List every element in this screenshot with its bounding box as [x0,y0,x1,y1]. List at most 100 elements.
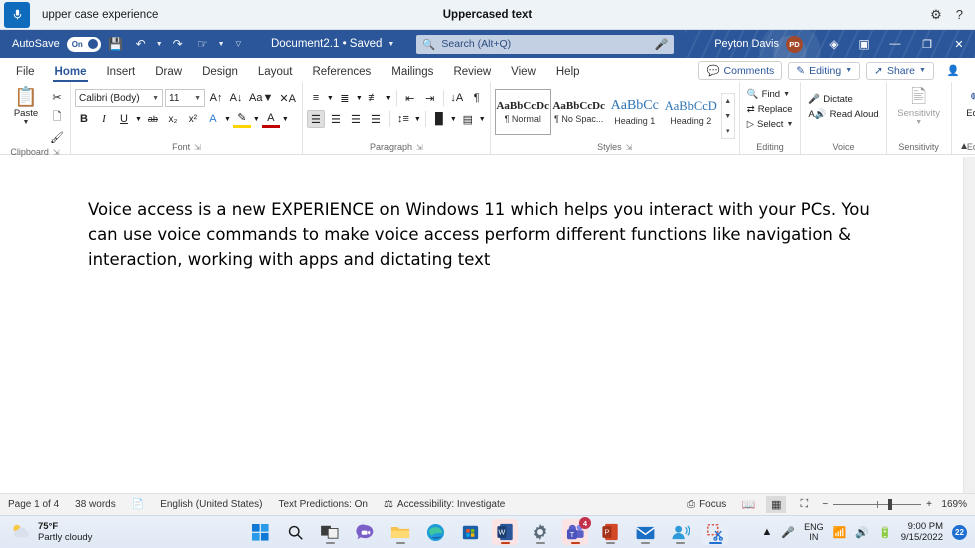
undo-dropdown-icon[interactable]: ▼ [156,41,163,48]
clock[interactable]: 9:00 PM 9/15/2022 [901,521,943,543]
ribbon-display-options-icon[interactable]: ▣ [849,37,879,51]
underline-dropdown-icon[interactable]: ▼ [135,116,142,123]
powerpoint-icon[interactable]: P [597,519,623,545]
chevron-down-icon[interactable]: ▼ [387,41,394,48]
tab-file[interactable]: File [6,64,45,82]
style-heading-1[interactable]: AaBbCc Heading 1 [607,89,663,135]
microphone-icon[interactable]: 🎤 [781,526,795,539]
tab-design[interactable]: Design [192,64,248,82]
borders-icon[interactable]: ▤ [459,110,477,128]
volume-icon[interactable]: 🔊 [855,526,869,539]
task-view-icon[interactable] [317,519,343,545]
autosave-toggle[interactable]: On [66,36,101,52]
dialog-launcher-icon[interactable]: ⇲ [194,141,201,154]
text-effects-dropdown-icon[interactable]: ▼ [224,116,231,123]
focus-button[interactable]: ⎙ Focus [687,499,726,510]
zoom-out-button[interactable]: − [822,499,828,510]
microphone-icon[interactable]: 🎤 [655,38,669,51]
zoom-in-button[interactable]: + [926,499,932,510]
tab-layout[interactable]: Layout [248,64,303,82]
style-no-spacing[interactable]: AaBbCcDc ¶ No Spac... [551,89,607,135]
proofing-icon[interactable]: 📄 [132,499,144,510]
italic-button[interactable]: I [95,110,113,128]
shading-icon[interactable]: █ [430,110,448,128]
edge-icon[interactable] [422,519,448,545]
chevron-up-icon[interactable]: ▲ [959,141,969,152]
chevron-up-icon[interactable]: ▲ [762,526,773,538]
editor-button[interactable]: ✏ Editor [956,85,975,119]
save-icon[interactable]: 💾 [106,37,126,51]
show-marks-icon[interactable]: ¶ [468,89,486,107]
tab-insert[interactable]: Insert [96,64,145,82]
line-spacing-dropdown-icon[interactable]: ▼ [414,116,421,123]
print-layout-icon[interactable]: ▦ [766,496,787,513]
increase-indent-icon[interactable]: ⇥ [421,89,439,107]
close-button[interactable]: ✕ [943,30,975,58]
underline-button[interactable]: U [115,110,133,128]
microphone-icon[interactable] [4,1,30,28]
sort-icon[interactable]: ↓A [448,89,466,107]
restore-button[interactable]: ❐ [911,30,943,58]
tab-references[interactable]: References [302,64,381,82]
font-family-combo[interactable]: Calibri (Body) ▼ [75,89,163,107]
strikethrough-button[interactable]: ab [144,110,162,128]
customize-qat-icon[interactable]: ▽ [236,40,241,48]
wifi-icon[interactable]: 📶 [833,526,847,539]
zoom-slider-handle[interactable] [888,499,893,510]
scroll-up-icon[interactable]: ▲ [722,94,734,109]
shading-dropdown-icon[interactable]: ▼ [450,116,457,123]
highlight-dropdown-icon[interactable]: ▼ [253,116,260,123]
avatar[interactable]: PD [786,35,803,53]
store-icon[interactable] [457,519,483,545]
zoom-slider[interactable] [833,499,922,510]
tab-draw[interactable]: Draw [145,64,192,82]
highlight-button[interactable]: ✎ [232,110,251,128]
document-body-text[interactable]: Voice access is a new EXPERIENCE on Wind… [88,197,888,272]
language-status[interactable]: English (United States) [160,499,262,510]
align-left-icon[interactable]: ☰ [306,110,325,128]
style-heading-2[interactable]: AaBbCcD Heading 2 [663,89,719,135]
decrease-indent-icon[interactable]: ⇤ [401,89,419,107]
numbered-list-icon[interactable]: ≣ [336,89,354,107]
font-size-combo[interactable]: 11 ▼ [165,89,205,107]
share-button[interactable]: ➚ Share ▼ [866,61,934,80]
tab-mailings[interactable]: Mailings [381,64,443,82]
select-button[interactable]: ▷ Select ▼ [744,118,797,131]
editing-button[interactable]: ✎ Editing ▼ [788,61,861,80]
comments-button[interactable]: 💬 Comments [698,61,783,80]
file-explorer-icon[interactable] [387,519,413,545]
chat-icon[interactable] [352,519,378,545]
document-page[interactable]: Voice access is a new EXPERIENCE on Wind… [0,157,963,493]
people-icon[interactable] [667,519,693,545]
align-right-icon[interactable]: ☰ [347,110,365,128]
dictate-button[interactable]: 🎤 Dictate [805,93,881,106]
tab-view[interactable]: View [501,64,546,82]
language-indicator[interactable]: ENG IN [804,522,824,542]
change-case-button[interactable]: Aa ▼ [247,89,275,107]
styles-more-icon[interactable]: ▾ [722,123,734,138]
vertical-scrollbar[interactable] [963,157,975,493]
page-count[interactable]: Page 1 of 4 [8,499,59,510]
style-normal[interactable]: AaBbCcDc ¶ Normal [494,89,551,135]
align-center-icon[interactable]: ☰ [327,110,345,128]
line-spacing-icon[interactable]: ↕≡ [394,110,412,128]
clear-formatting-button[interactable]: ✕A [277,89,298,107]
dialog-launcher-icon[interactable]: ⇲ [416,141,423,154]
battery-icon[interactable]: 🔋 [878,526,892,539]
dialog-launcher-icon[interactable]: ⇲ [626,141,633,154]
present-icon[interactable]: 👤 [939,62,967,79]
notification-badge[interactable]: 22 [952,524,967,540]
touch-dropdown-icon[interactable]: ▼ [218,41,225,48]
grow-font-button[interactable]: A↑ [207,89,225,107]
numbering-dropdown-icon[interactable]: ▼ [356,95,363,102]
read-mode-icon[interactable]: 📖 [738,496,758,513]
touch-mode-icon[interactable]: ☞ [193,37,213,51]
bullet-list-icon[interactable]: ≡ [307,89,325,107]
diamond-icon[interactable]: ◈ [819,37,849,51]
search-input[interactable]: 🔍 Search (Alt+Q) 🎤 [416,34,675,54]
redo-icon[interactable]: ↷ [168,37,188,51]
font-color-button[interactable]: A [261,110,280,128]
multilevel-list-icon[interactable]: ≢ [365,89,383,107]
gear-icon[interactable]: ⚙ [930,7,942,23]
replace-button[interactable]: ⇄ Replace [744,103,797,116]
